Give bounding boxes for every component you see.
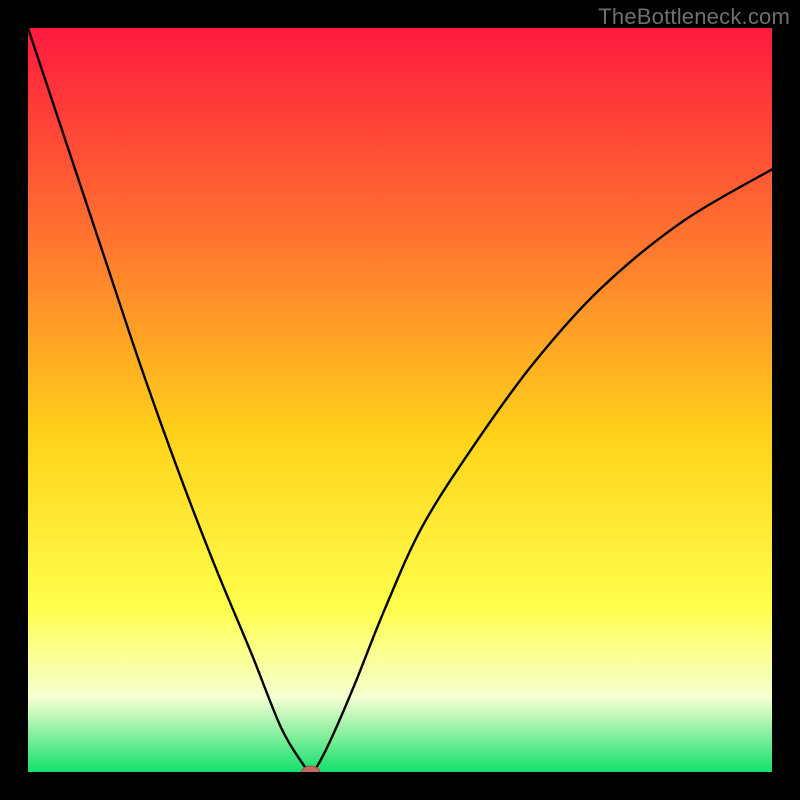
chart-svg [28,28,772,772]
chart-frame: TheBottleneck.com [0,0,800,800]
gradient-background [28,28,772,772]
plot-area [28,28,772,772]
watermark-text: TheBottleneck.com [598,4,790,30]
